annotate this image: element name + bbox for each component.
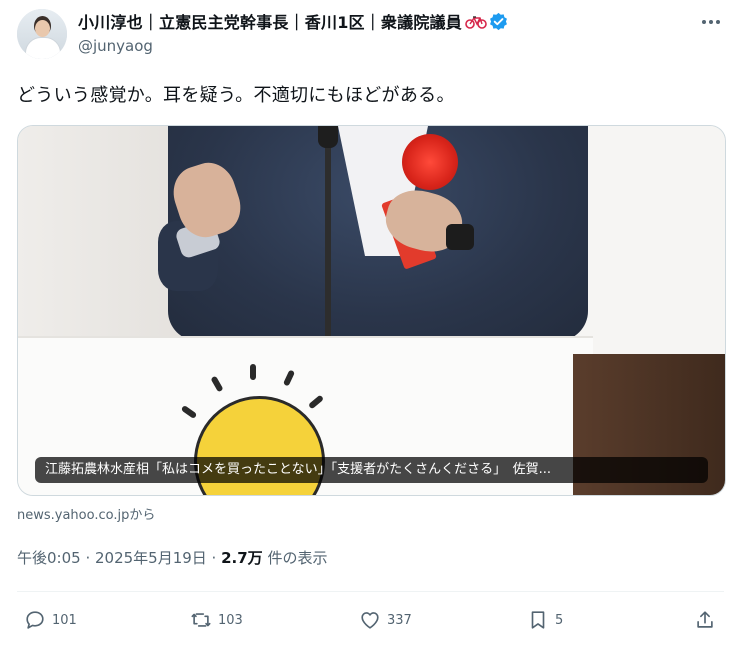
share-icon bbox=[697, 611, 713, 628]
author-name-row[interactable]: 小川淳也｜立憲民主党幹事長｜香川1区｜衆議院議員 bbox=[78, 9, 508, 33]
reply-count: 101 bbox=[52, 612, 77, 628]
share-button[interactable] bbox=[694, 604, 716, 636]
tweet-text: どういう感覚か。耳を疑う。不適切にもほどがある。 bbox=[17, 85, 455, 106]
link-card[interactable]: 江藤拓農林水産相「私はコメを買ったことない」「支援者がたくさんくださる」 佐賀.… bbox=[17, 125, 726, 496]
photo-microphone bbox=[325, 126, 331, 336]
avatar-face bbox=[35, 20, 50, 37]
tweet-meta: 午後0:05 · 2025年5月19日 · 2.7万 件の表示 bbox=[17, 547, 327, 568]
bookmark-button[interactable]: 5 bbox=[527, 604, 563, 636]
verified-badge-icon[interactable] bbox=[489, 12, 508, 31]
card-source[interactable]: news.yahoo.co.jpから bbox=[17, 504, 155, 523]
reply-icon bbox=[26, 611, 44, 629]
tweet-timestamp[interactable]: 午後0:05 · 2025年5月19日 · bbox=[17, 549, 221, 567]
avatar[interactable] bbox=[17, 9, 67, 59]
action-bar: 101 103 337 5 bbox=[0, 604, 741, 636]
photo-watch bbox=[446, 224, 474, 250]
view-label: 件の表示 bbox=[262, 549, 328, 567]
card-caption[interactable]: 江藤拓農林水産相「私はコメを買ったことない」「支援者がたくさんくださる」 佐賀.… bbox=[35, 457, 708, 483]
like-button[interactable]: 337 bbox=[359, 604, 412, 636]
like-count: 337 bbox=[387, 612, 412, 628]
heart-icon bbox=[361, 612, 379, 629]
reply-button[interactable]: 101 bbox=[24, 604, 77, 636]
author-display-name[interactable]: 小川淳也｜立憲民主党幹事長｜香川1区｜衆議院議員 bbox=[78, 9, 462, 33]
more-options-icon[interactable] bbox=[696, 10, 726, 34]
repost-count: 103 bbox=[218, 612, 243, 628]
repost-icon bbox=[191, 613, 211, 627]
view-count: 2.7万 bbox=[221, 549, 263, 567]
divider bbox=[17, 591, 724, 592]
photo-sun-ray bbox=[250, 364, 256, 380]
bookmark-count: 5 bbox=[555, 612, 564, 628]
tweet: 小川淳也｜立憲民主党幹事長｜香川1区｜衆議院議員 @junyaog どういう感覚… bbox=[0, 0, 741, 645]
photo-rosette bbox=[402, 134, 458, 190]
bookmark-icon bbox=[531, 611, 545, 629]
avatar-shirt bbox=[25, 37, 61, 59]
bicycle-icon bbox=[465, 14, 487, 29]
photo-microphone-head bbox=[318, 126, 338, 148]
repost-button[interactable]: 103 bbox=[190, 604, 243, 636]
author-handle[interactable]: @junyaog bbox=[78, 37, 153, 55]
